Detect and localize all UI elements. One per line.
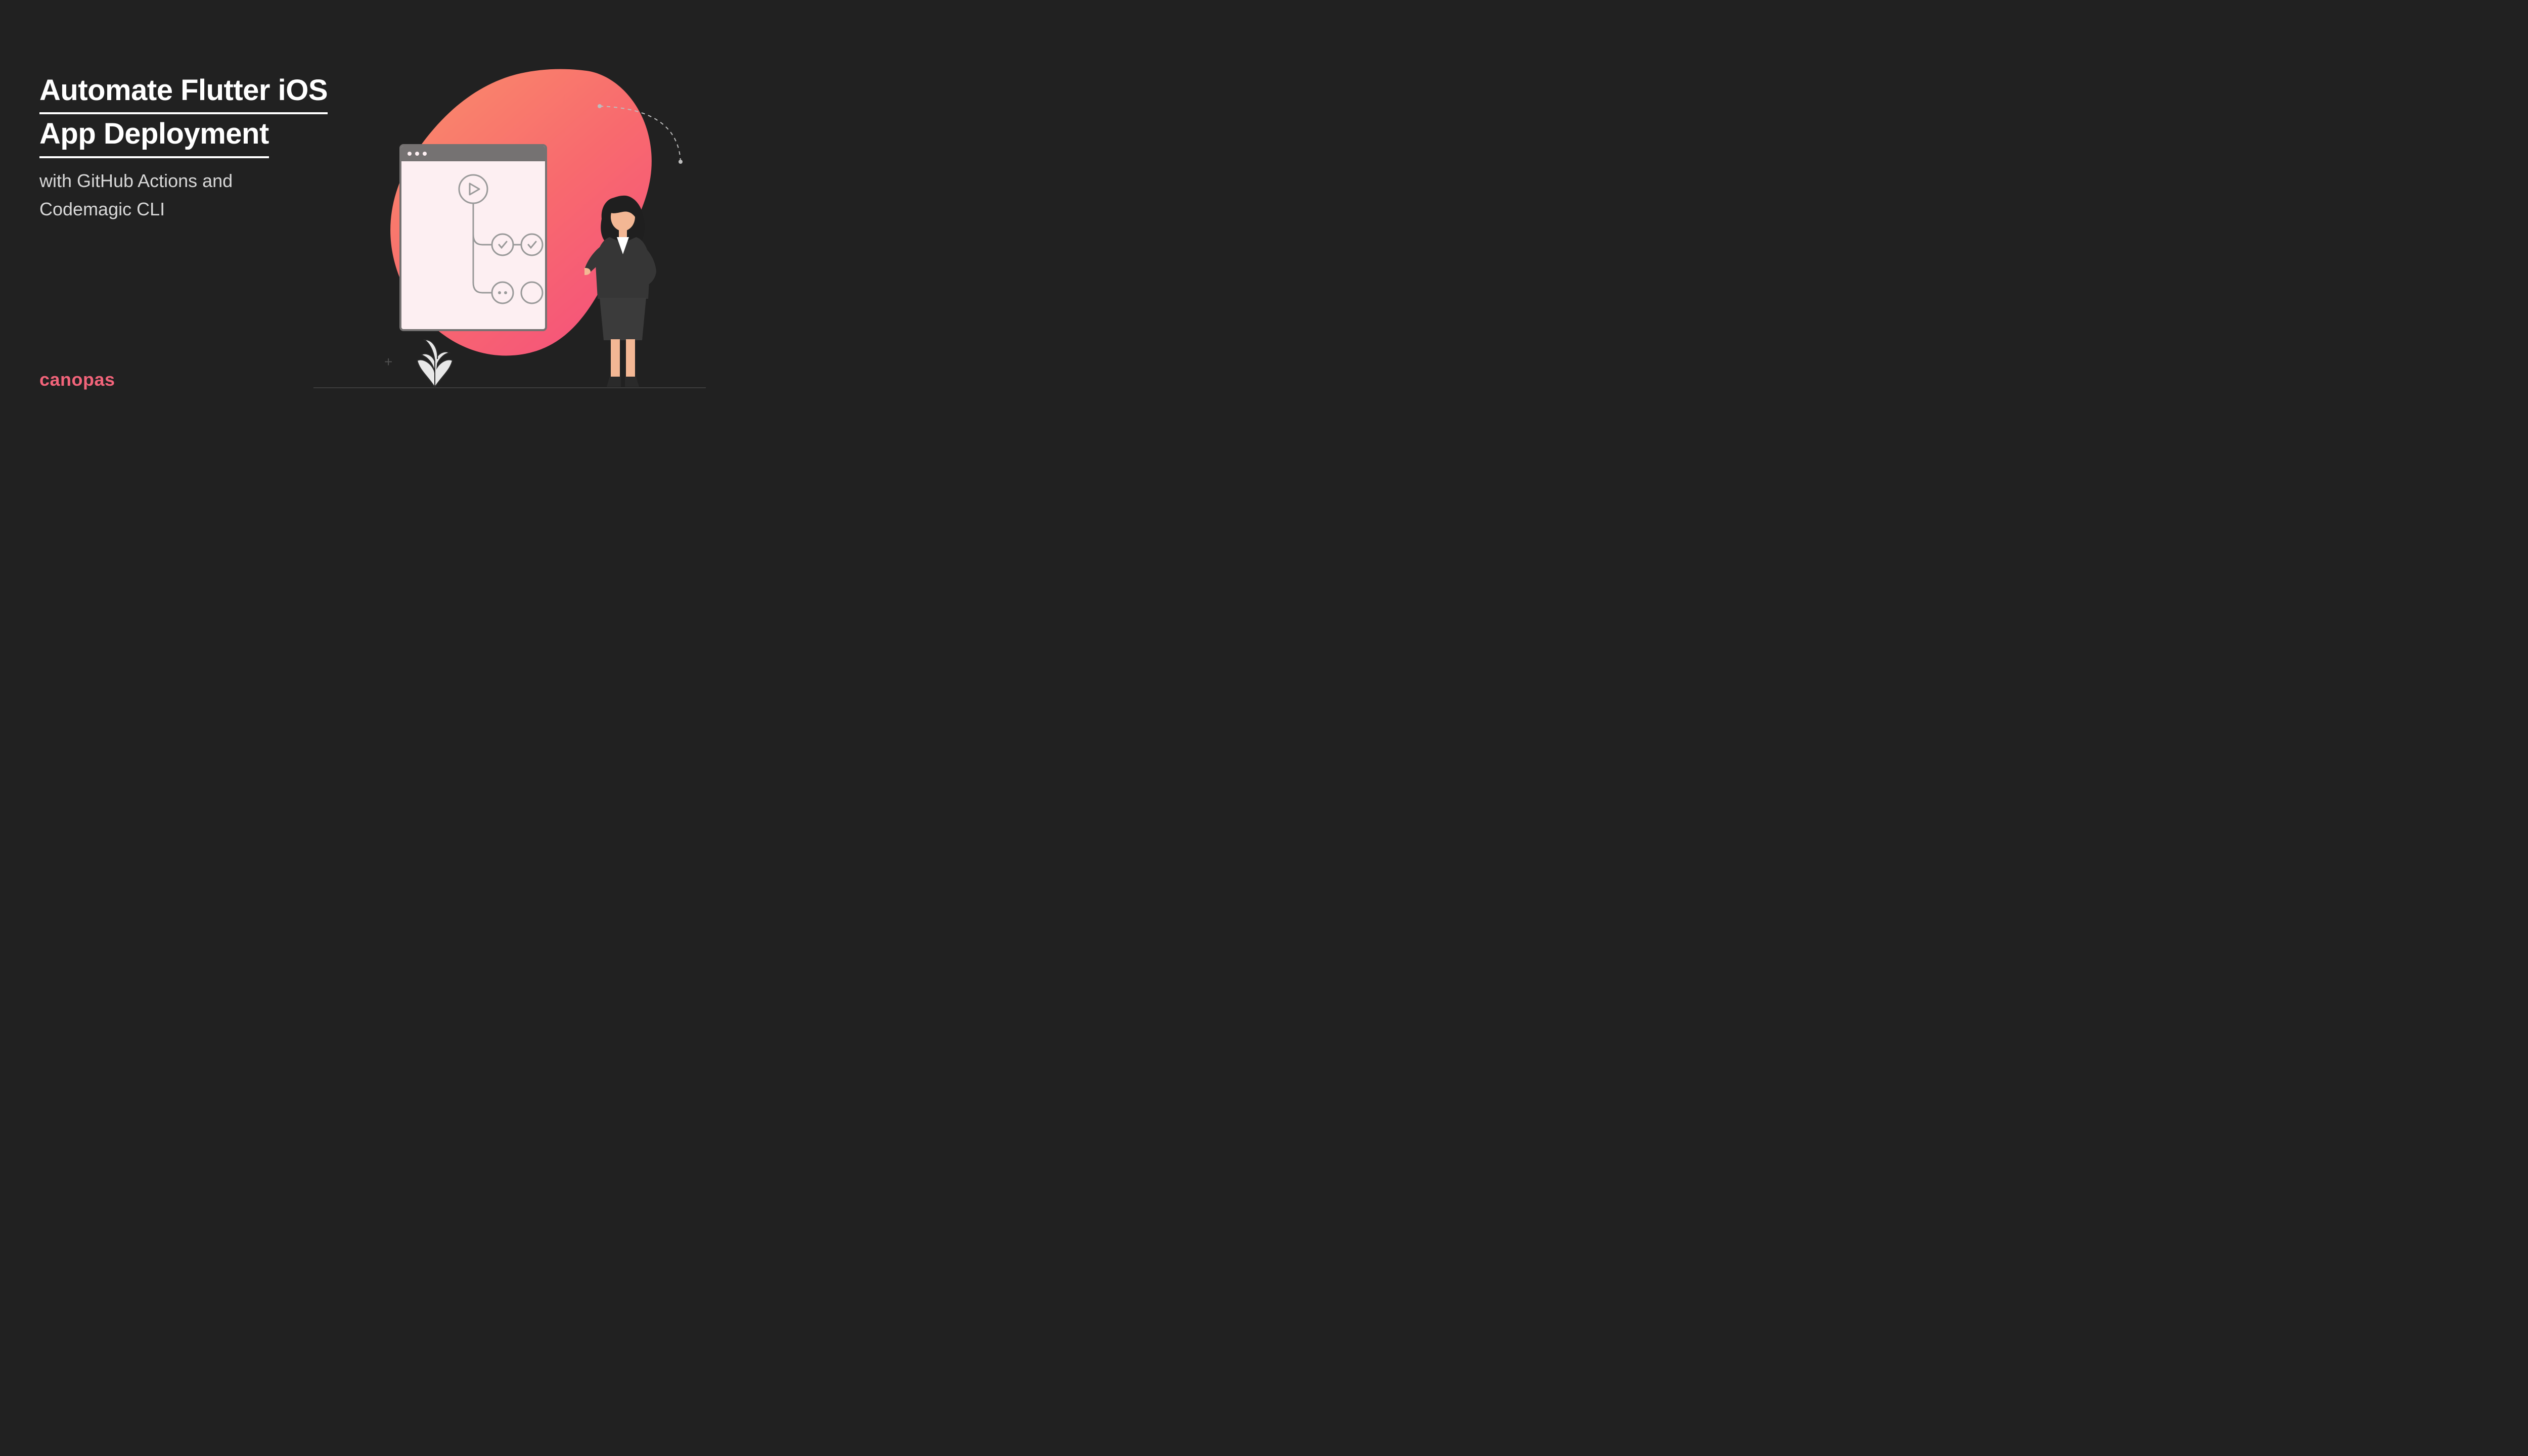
plant-illustration <box>412 333 458 388</box>
window-dot <box>423 152 427 156</box>
poster: Automate Flutter iOS App Deployment with… <box>0 0 736 413</box>
title-line-2: App Deployment <box>39 114 269 158</box>
title-line-1: Automate Flutter iOS <box>39 71 328 114</box>
window-dot <box>408 152 412 156</box>
title: Automate Flutter iOS App Deployment <box>39 71 328 158</box>
workflow-diagram <box>401 161 545 330</box>
workflow-window <box>399 144 547 331</box>
presenter-illustration <box>584 189 665 388</box>
subtitle-line-2: Codemagic CLI <box>39 195 233 223</box>
dashed-connector <box>595 101 706 167</box>
subtitle: with GitHub Actions and Codemagic CLI <box>39 167 233 223</box>
window-dot <box>415 152 419 156</box>
subtitle-line-1: with GitHub Actions and <box>39 167 233 195</box>
brand-logo: canopas <box>39 369 115 390</box>
window-titlebar <box>401 146 545 161</box>
